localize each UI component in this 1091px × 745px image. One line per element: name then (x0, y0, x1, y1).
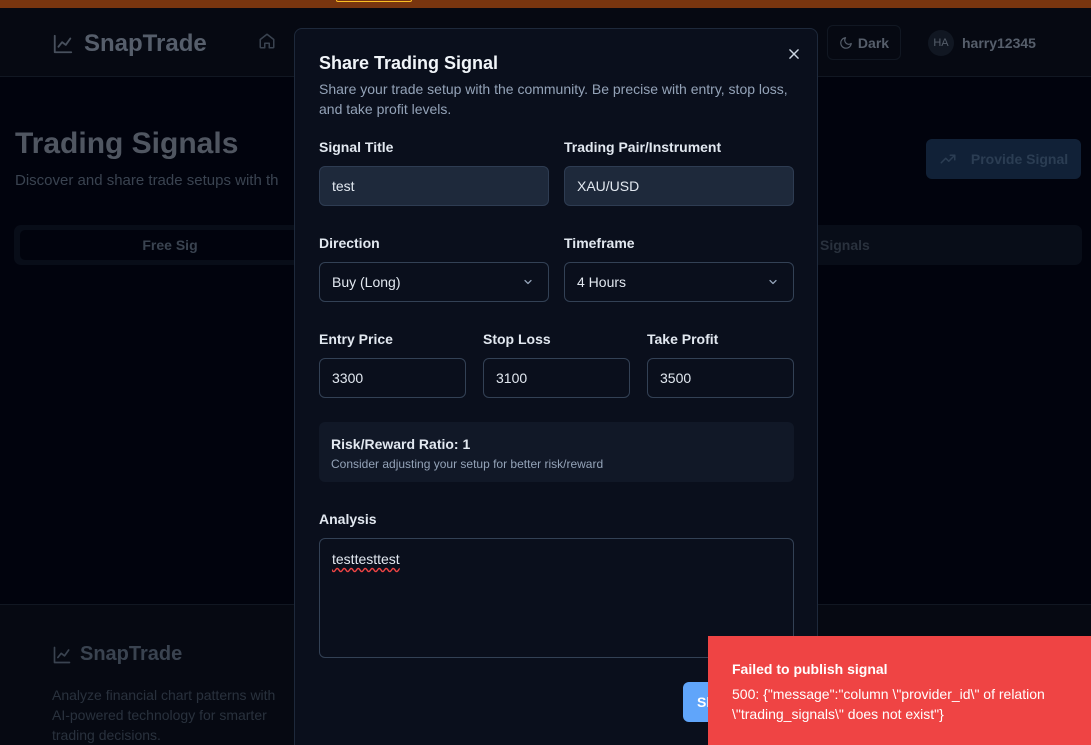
entry-price-input[interactable]: 3300 (319, 358, 466, 398)
analysis-value: testtesttest (332, 551, 400, 567)
signal-title-label: Signal Title (319, 139, 394, 155)
signal-title-value: test (332, 178, 355, 194)
close-icon (789, 49, 799, 59)
entry-price-value: 3300 (332, 370, 364, 386)
analysis-label: Analysis (319, 511, 377, 527)
stop-loss-value: 3100 (496, 370, 528, 386)
direction-value: Buy (Long) (332, 274, 401, 290)
risk-reward-panel: Risk/Reward Ratio: 1 Consider adjusting … (319, 422, 794, 482)
take-profit-input[interactable]: 3500 (647, 358, 794, 398)
toast-message: 500: {"message":"column \"provider_id\" … (732, 686, 1045, 722)
trading-pair-label: Trading Pair/Instrument (564, 139, 722, 155)
stop-loss-input[interactable]: 3100 (483, 358, 630, 398)
entry-price-label: Entry Price (319, 331, 393, 347)
direction-label: Direction (319, 235, 380, 251)
top-banner (0, 0, 1091, 8)
signal-title-input[interactable]: test (319, 166, 549, 206)
timeframe-label: Timeframe (564, 235, 635, 251)
stop-loss-label: Stop Loss (483, 331, 551, 347)
risk-reward-note: Consider adjusting your setup for better… (331, 457, 604, 471)
dialog-title: Share Trading Signal (319, 53, 499, 73)
banner-tab[interactable] (336, 0, 412, 2)
take-profit-label: Take Profit (647, 331, 719, 347)
timeframe-value: 4 Hours (577, 274, 627, 290)
dialog-description: Share your trade setup with the communit… (319, 81, 788, 117)
error-toast[interactable]: Failed to publish signal 500: {"message"… (708, 636, 1091, 745)
take-profit-value: 3500 (660, 370, 692, 386)
direction-select[interactable]: Buy (Long) (319, 262, 549, 302)
risk-reward-ratio: Risk/Reward Ratio: 1 (331, 436, 471, 452)
chevron-down-icon (524, 279, 532, 285)
trading-pair-input[interactable]: XAU/USD (564, 166, 794, 206)
chevron-down-icon (769, 279, 777, 285)
timeframe-select[interactable]: 4 Hours (564, 262, 794, 302)
toast-title: Failed to publish signal (732, 661, 888, 677)
trading-pair-value: XAU/USD (577, 178, 640, 194)
close-button[interactable] (785, 45, 803, 63)
